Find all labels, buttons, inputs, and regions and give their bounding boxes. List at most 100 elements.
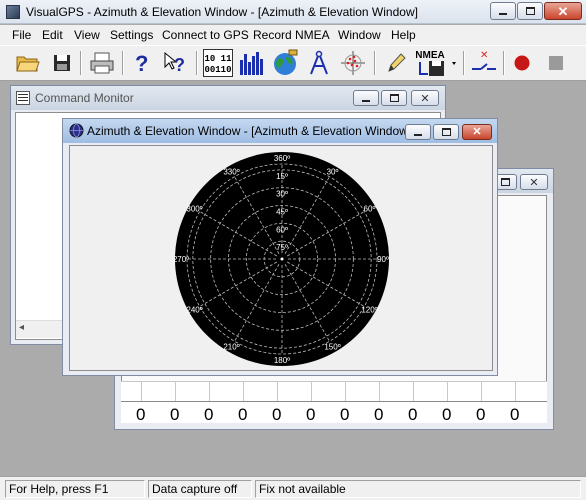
nmea-record-button[interactable]: NMEA xyxy=(416,49,460,77)
toolbar-separator xyxy=(122,51,124,75)
compass-drafting-icon xyxy=(310,50,328,75)
sky-plot-panel: 15º 30º 45º 60º 75º 360º 30º 60º 90º 120º 150º 180… xyxy=(69,145,493,371)
status-capture: Data capture off xyxy=(148,480,252,498)
close-button[interactable]: ✕ xyxy=(544,2,582,20)
signal-value: 0 xyxy=(476,405,486,424)
maximize-icon xyxy=(389,94,399,102)
status-bar: For Help, press F1 Data capture off Fix … xyxy=(0,476,586,500)
signal-values-strip: 0 0 0 0 0 0 0 0 0 0 0 0 xyxy=(121,401,547,424)
close-icon: ✕ xyxy=(529,176,539,189)
scroll-left-icon[interactable]: ◂ xyxy=(19,322,24,333)
toolbar-separator xyxy=(463,51,465,75)
stop-button[interactable] xyxy=(542,49,570,77)
context-help-button[interactable]: ? xyxy=(162,49,190,77)
azimuth-elevation-maximize-button[interactable] xyxy=(433,124,459,140)
menu-file[interactable]: File xyxy=(12,28,31,42)
signal-value: 0 xyxy=(204,405,214,424)
pencil-icon xyxy=(388,53,406,72)
signal-value: 0 xyxy=(442,405,452,424)
menu-edit[interactable]: Edit xyxy=(42,28,63,42)
svg-text:?: ? xyxy=(174,55,185,75)
menu-record-nmea[interactable]: Record NMEA xyxy=(253,28,330,42)
azimuth-elevation-close-button[interactable]: ✕ xyxy=(462,124,492,140)
globe-satellite-icon xyxy=(274,49,298,75)
menu-bar: File Edit View Settings Connect to GPS R… xyxy=(0,25,586,45)
azimuth-elevation-window[interactable]: Azimuth & Elevation Window - [Azimuth & … xyxy=(62,118,498,376)
command-monitor-minimize-button[interactable] xyxy=(353,90,379,106)
signal-value: 0 xyxy=(136,405,146,424)
binary-data-icon: 10 11 00110 xyxy=(203,49,233,77)
command-monitor-close-button[interactable]: ✕ xyxy=(411,90,439,106)
azimuth-elevation-minimize-button[interactable] xyxy=(405,124,431,140)
menu-settings[interactable]: Settings xyxy=(110,28,153,42)
record-icon xyxy=(514,55,530,71)
maximize-icon xyxy=(525,7,535,15)
azimuth-label: 210º xyxy=(223,342,239,351)
azimuth-label: 120º xyxy=(361,306,377,315)
disconnect-button[interactable]: ✕ xyxy=(470,49,498,77)
signal-value: 0 xyxy=(374,405,384,424)
compass-button[interactable] xyxy=(305,49,333,77)
azimuth-elevation-title-bar[interactable]: Azimuth & Elevation Window - [Azimuth & … xyxy=(63,119,497,143)
minimize-icon xyxy=(414,134,422,136)
svg-text:?: ? xyxy=(135,51,148,75)
signal-value: 0 xyxy=(340,405,350,424)
open-folder-icon xyxy=(16,56,40,72)
signal-bars-area xyxy=(121,381,547,404)
main-title-bar[interactable]: VisualGPS - Azimuth & Elevation Window -… xyxy=(0,0,586,24)
signal-value: 0 xyxy=(272,405,282,424)
toolbar-separator xyxy=(503,51,505,75)
signal-value: 0 xyxy=(306,405,316,424)
sky-plot: 15º 30º 45º 60º 75º 360º 30º 60º 90º 120º 150º 180… xyxy=(173,152,389,366)
command-monitor-maximize-button[interactable] xyxy=(381,90,407,106)
minimize-icon xyxy=(362,100,370,102)
elevation-label: 15º xyxy=(276,172,288,181)
signal-bars-button[interactable] xyxy=(238,49,266,77)
app-icon[interactable] xyxy=(6,5,20,19)
signal-value: 0 xyxy=(238,405,248,424)
disconnect-icon: ✕ xyxy=(472,50,496,70)
azimuth-elevation-title: Azimuth & Elevation Window - [Azimuth & … xyxy=(87,124,412,138)
stop-icon xyxy=(549,56,563,70)
minimize-button[interactable] xyxy=(490,2,516,20)
help-button[interactable]: ? xyxy=(128,49,156,77)
azimuth-label: 360º xyxy=(274,154,290,163)
edit-nmea-button[interactable] xyxy=(382,49,410,77)
menu-window[interactable]: Window xyxy=(338,28,381,42)
elevation-label: 45º xyxy=(276,208,288,217)
menu-connect-to-gps[interactable]: Connect to GPS xyxy=(162,28,249,42)
command-monitor-title-bar[interactable]: Command Monitor ✕ xyxy=(11,86,445,110)
save-button[interactable] xyxy=(48,49,76,77)
printer-icon xyxy=(90,52,114,74)
menu-view[interactable]: View xyxy=(74,28,100,42)
window-title: VisualGPS - Azimuth & Elevation Window -… xyxy=(26,5,418,19)
maximize-button[interactable] xyxy=(517,2,543,20)
globe-window-icon xyxy=(69,123,84,138)
signal-value: 0 xyxy=(408,405,418,424)
signal-level-close-button[interactable]: ✕ xyxy=(520,174,548,190)
toolbar-separator xyxy=(374,51,376,75)
azimuth-label: 30º xyxy=(327,168,339,177)
context-help-icon: ? xyxy=(164,51,185,75)
azimuth-label: 240º xyxy=(186,306,202,315)
menu-help[interactable]: Help xyxy=(391,28,416,42)
bar-chart-icon xyxy=(240,52,263,75)
azimuth-label: 330º xyxy=(223,168,239,177)
signal-value: 0 xyxy=(170,405,180,424)
close-icon: ✕ xyxy=(420,92,430,105)
binary-label-bottom: 00110 xyxy=(204,65,231,75)
status-help-text: For Help, press F1 xyxy=(5,480,145,498)
print-button[interactable] xyxy=(88,49,116,77)
toolbar: ? ? 10 11 00110 NMEA ✕ xyxy=(0,45,586,81)
sky-plot-center xyxy=(280,257,284,261)
record-button[interactable] xyxy=(508,49,536,77)
globe-button[interactable] xyxy=(271,49,299,77)
position-scatter-icon xyxy=(341,51,365,75)
signal-values-row: 0 0 0 0 0 0 0 0 0 0 0 0 xyxy=(121,381,547,424)
toolbar-separator xyxy=(196,51,198,75)
binary-data-button[interactable]: 10 11 00110 xyxy=(203,49,233,77)
open-button[interactable] xyxy=(14,49,42,77)
elevation-label: 30º xyxy=(276,190,288,199)
maximize-icon xyxy=(441,128,451,136)
scatter-plot-button[interactable] xyxy=(339,49,367,77)
